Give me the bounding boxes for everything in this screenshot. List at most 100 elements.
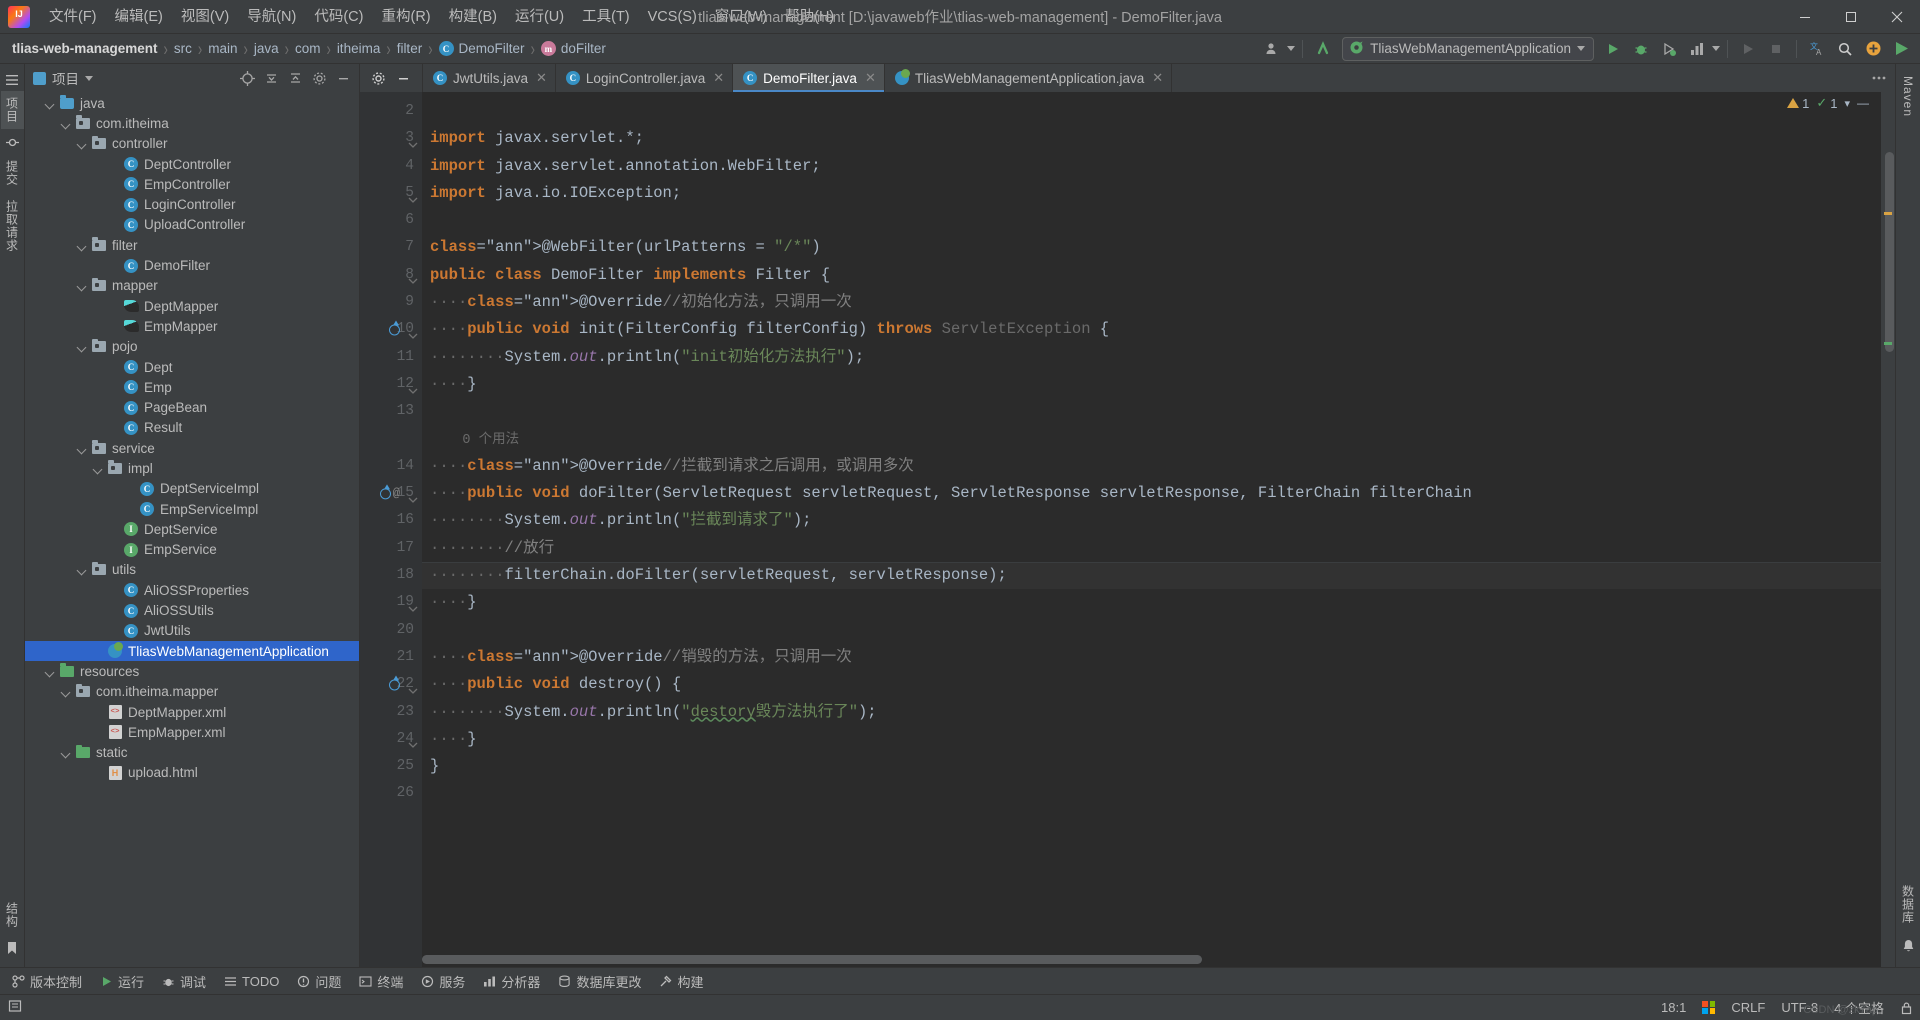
gutter-line-4[interactable]: 4 bbox=[360, 153, 422, 180]
toolwindow-run[interactable]: 运行 bbox=[92, 969, 152, 994]
gutter-line-20[interactable]: 20 bbox=[360, 617, 422, 644]
code-line-7[interactable]: class="ann">@WebFilter(urlPatterns = "/*… bbox=[422, 234, 1895, 261]
code-line-26[interactable] bbox=[422, 780, 1895, 807]
breadcrumb-class[interactable]: C DemoFilter bbox=[435, 40, 529, 57]
gutter-line-10[interactable]: 10 bbox=[360, 316, 422, 343]
minimize-icon[interactable] bbox=[332, 67, 355, 89]
play-green-icon[interactable] bbox=[1888, 37, 1914, 61]
editor-tab-demofilter[interactable]: C DemoFilter.java ✕ bbox=[733, 64, 885, 92]
tree-node-mapper[interactable]: mapper bbox=[25, 276, 359, 296]
tree-node-deptmapper[interactable]: DeptMapper bbox=[25, 296, 359, 316]
tree-node-pagebean[interactable]: C PageBean bbox=[25, 397, 359, 417]
menu-vcs[interactable]: VCS(S) bbox=[639, 4, 706, 30]
inspection-widget[interactable]: 1 ✓ 1 ▾ — bbox=[1787, 95, 1869, 111]
tree-node-com-itheima-mapper[interactable]: com.itheima.mapper bbox=[25, 682, 359, 702]
chevron-down-icon[interactable] bbox=[45, 666, 56, 677]
gutter-line-17[interactable]: 17 bbox=[360, 535, 422, 562]
chevron-down-icon[interactable] bbox=[85, 75, 93, 81]
tree-node-emp[interactable]: C Emp bbox=[25, 377, 359, 397]
code-line-24[interactable]: ····} bbox=[422, 726, 1895, 753]
gutter-line-26[interactable]: 26 bbox=[360, 780, 422, 807]
indent-setting[interactable]: 4 个空格 bbox=[1834, 998, 1884, 1017]
menu-build[interactable]: 构建(B) bbox=[440, 4, 506, 30]
code-fold-icon[interactable] bbox=[408, 734, 418, 749]
close-icon[interactable]: ✕ bbox=[536, 70, 547, 86]
chevron-down-icon[interactable] bbox=[61, 686, 72, 697]
chevron-down-icon[interactable] bbox=[1287, 46, 1296, 51]
tree-node-uploadcontroller[interactable]: C UploadController bbox=[25, 215, 359, 235]
editor-horizontal-scrollbar[interactable] bbox=[422, 955, 1202, 964]
chevron-down-icon[interactable] bbox=[61, 118, 72, 129]
expand-all-icon[interactable] bbox=[260, 67, 283, 89]
tool-tab-project[interactable]: 项目 bbox=[0, 91, 24, 129]
gear-icon[interactable] bbox=[308, 67, 331, 89]
chevron-down-icon[interactable] bbox=[61, 747, 72, 758]
gutter-line-3[interactable]: 3 bbox=[360, 125, 422, 152]
code-fold-icon[interactable] bbox=[408, 598, 418, 612]
tree-node-result[interactable]: C Result bbox=[25, 418, 359, 438]
toolwindow-problems[interactable]: 问题 bbox=[289, 969, 349, 994]
gutter-line-22[interactable]: 22 bbox=[360, 671, 422, 698]
code-line-6[interactable] bbox=[422, 207, 1895, 234]
override-gutter-icon[interactable]: @ bbox=[379, 480, 400, 507]
toolwindow-debug[interactable]: 调试 bbox=[154, 969, 214, 994]
menu-file[interactable]: 文件(F) bbox=[40, 4, 106, 30]
editor-tab-logincontroller[interactable]: C LoginController.java ✕ bbox=[556, 64, 734, 92]
tree-node-empcontroller[interactable]: C EmpController bbox=[25, 174, 359, 194]
code-line-17[interactable]: ········//放行 bbox=[422, 535, 1895, 562]
tree-node-aliossutils[interactable]: C AliOSSUtils bbox=[25, 600, 359, 620]
close-window-button[interactable] bbox=[1874, 0, 1920, 34]
code-line-19[interactable]: ····} bbox=[422, 589, 1895, 616]
editor-gutter[interactable]: 2 3 4 5 6 7 8 9 10 11 12 13 14 15 @16 17 18 19 20 21 22 23 24 2… bbox=[360, 92, 422, 967]
coverage-icon[interactable] bbox=[1656, 37, 1682, 61]
code-line-23[interactable]: ········System.out.println("destory毁方法执行… bbox=[422, 699, 1895, 726]
editor-vertical-scrollbar[interactable] bbox=[1885, 152, 1894, 352]
gutter-line-23[interactable]: 23 bbox=[360, 699, 422, 726]
tree-node-tliaswebmanagementapplication[interactable]: TliasWebManagementApplication bbox=[25, 641, 359, 662]
menu-view[interactable]: 视图(V) bbox=[172, 4, 238, 30]
tree-node-deptservice[interactable]: I DeptService bbox=[25, 519, 359, 539]
tool-tab-structure[interactable]: 结构 bbox=[1, 896, 24, 934]
toolwindow-profiler[interactable]: 分析器 bbox=[475, 969, 548, 994]
tree-node-logincontroller[interactable]: C LoginController bbox=[25, 194, 359, 214]
breadcrumb-method[interactable]: m doFilter bbox=[537, 40, 610, 57]
code-line-25[interactable]: } bbox=[422, 753, 1895, 780]
breadcrumb-project[interactable]: tlias-web-management bbox=[8, 40, 162, 57]
editor-text[interactable]: import javax.servlet.*; import javax.serv… bbox=[422, 92, 1895, 967]
gutter-line-11[interactable]: 11 bbox=[360, 344, 422, 371]
tree-node-demofilter[interactable]: C DemoFilter bbox=[25, 255, 359, 275]
tool-tab-commit[interactable]: 提交 bbox=[1, 154, 24, 192]
code-line-14[interactable]: ····class="ann">@Override//拦截到请求之后调用，或调用… bbox=[422, 453, 1895, 480]
editor-tab-jwtutils[interactable]: C JwtUtils.java ✕ bbox=[423, 64, 556, 92]
chevron-down-icon[interactable] bbox=[77, 240, 88, 251]
code-line-21[interactable]: ····class="ann">@Override//销毁的方法，只调用一次 bbox=[422, 644, 1895, 671]
code-fold-icon[interactable] bbox=[408, 270, 418, 285]
code-line-8[interactable]: public class DemoFilter implements Filte… bbox=[422, 262, 1895, 289]
maximize-window-button[interactable] bbox=[1828, 0, 1874, 34]
gear-icon[interactable] bbox=[367, 67, 390, 89]
gutter-line-8[interactable]: 8 bbox=[360, 262, 422, 289]
gutter-line-14[interactable]: 14 bbox=[360, 453, 422, 480]
tree-node-dept[interactable]: C Dept bbox=[25, 357, 359, 377]
code-fold-icon[interactable] bbox=[408, 189, 418, 203]
menu-window[interactable]: 窗口(W) bbox=[706, 4, 776, 30]
gutter-line-21[interactable]: 21 bbox=[360, 644, 422, 671]
close-icon[interactable]: ✕ bbox=[713, 70, 724, 86]
code-line-13[interactable] bbox=[422, 398, 1895, 425]
close-icon[interactable]: ✕ bbox=[1152, 70, 1163, 86]
code-line-9[interactable]: ····class="ann">@Override//初始化方法，只调用一次 bbox=[422, 289, 1895, 316]
code-line-hint[interactable]: 0 个用法 bbox=[422, 426, 1895, 453]
tree-node-impl[interactable]: impl bbox=[25, 458, 359, 478]
code-fold-icon[interactable] bbox=[408, 680, 418, 694]
minimize-icon[interactable] bbox=[392, 67, 415, 89]
code-line-18[interactable]: ········filterChain.doFilter(servletRequ… bbox=[422, 562, 1895, 590]
chevron-down-icon[interactable] bbox=[77, 280, 88, 291]
code-line-12[interactable]: ····} bbox=[422, 371, 1895, 398]
gutter-line-2[interactable]: 2 bbox=[360, 98, 422, 125]
editor-marker-bar[interactable] bbox=[1881, 92, 1895, 967]
bookmark-icon[interactable] bbox=[3, 938, 22, 957]
chevron-down-icon[interactable] bbox=[77, 443, 88, 454]
gutter-line-15[interactable]: 15 @ bbox=[360, 480, 422, 507]
crosshair-icon[interactable] bbox=[236, 67, 259, 89]
file-encoding[interactable]: UTF-8 bbox=[1781, 1000, 1818, 1015]
